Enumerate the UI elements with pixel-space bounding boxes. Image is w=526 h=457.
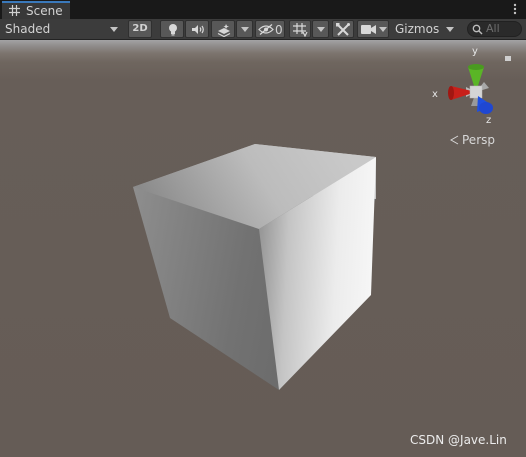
gizmos-dropdown[interactable]: Gizmos [391,20,457,38]
gizmo-center-cube[interactable] [469,85,483,99]
grid-icon [9,5,20,16]
camera-settings-dropdown[interactable] [357,20,389,38]
draw-mode-dropdown[interactable]: Shaded [0,20,124,38]
y-axis-label: y [472,46,478,57]
grid-dropdown[interactable] [312,20,329,38]
x-axis-cone-cap [448,86,454,100]
search-input[interactable]: All [467,21,522,37]
scene-window: Scene Shaded 2D 0 Gizmos All y x z Persp… [0,0,526,457]
toggle-2d-button[interactable]: 2D [128,20,152,38]
z-axis-cone-cap [479,102,493,114]
grid-toggle-button[interactable] [289,20,311,38]
chevron-down-icon [317,27,325,32]
scene-visibility-toggle[interactable]: 0 [255,20,285,38]
cube-object[interactable] [133,144,376,390]
hidden-count: 0 [275,23,283,37]
toggle-2d-label: 2D [132,23,148,34]
orientation-gizmo[interactable] [448,64,493,114]
audio-toggle-button[interactable] [185,20,209,38]
speaker-icon [192,25,204,34]
scene-toolbar: Shaded 2D 0 Gizmos All [0,19,526,40]
y-axis-cone-cap [468,64,484,70]
chevron-down-icon [379,27,387,32]
tools-toggle-button[interactable] [332,20,354,38]
kebab-menu-icon[interactable] [510,2,520,16]
chevron-down-icon [241,27,249,32]
search-placeholder: All [486,22,500,35]
gizmo-lock-icon[interactable] [505,56,511,61]
effects-layers-icon [217,24,231,37]
grid-snap-icon [293,23,308,37]
scene-canvas [133,64,493,390]
draw-mode-label: Shaded [5,22,51,36]
lighting-toggle-button[interactable] [160,20,184,38]
scene-visibility-icon [258,24,274,35]
x-axis-label: x [432,89,438,100]
tab-scene-label: Scene [26,4,63,18]
lightbulb-icon [169,24,177,36]
projection-toggle[interactable]: Persp [462,133,495,147]
z-axis-label: z [486,115,492,126]
tab-scene[interactable]: Scene [2,1,70,19]
chevron-down-icon [446,27,454,32]
effects-toggle-button[interactable] [211,20,235,38]
persp-arrow-icon [449,135,459,145]
watermark: CSDN @Jave.Lin [410,433,507,447]
camera-icon [361,25,376,34]
tools-icon [336,23,350,36]
effects-dropdown[interactable] [236,20,253,38]
tab-bar: Scene [0,0,526,19]
chevron-down-icon [110,27,118,32]
gizmos-label: Gizmos [395,22,440,36]
scene-viewport[interactable]: y x z Persp CSDN @Jave.Lin [0,40,526,457]
search-icon [472,24,483,35]
